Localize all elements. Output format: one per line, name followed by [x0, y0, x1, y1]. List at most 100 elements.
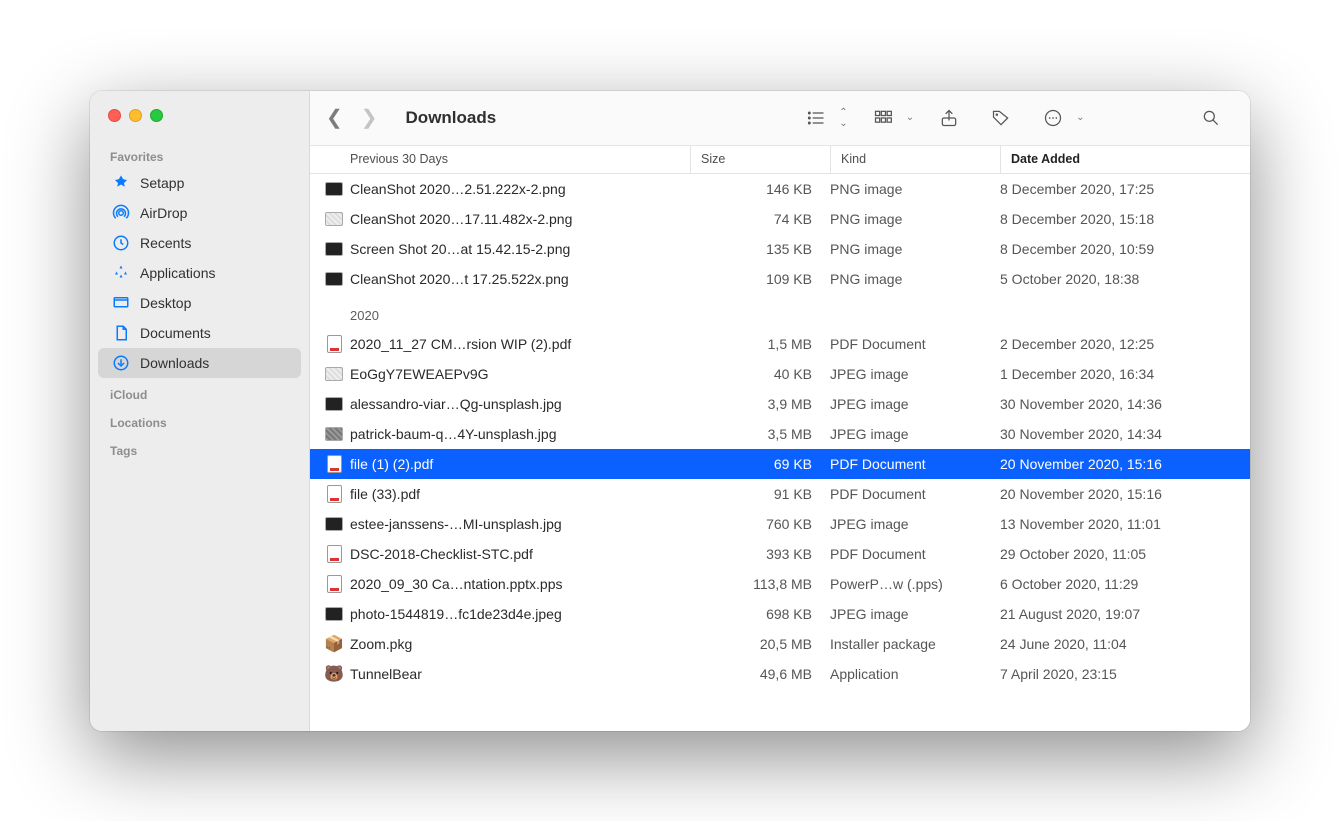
- sidebar-item-label: Recents: [140, 235, 191, 251]
- column-date[interactable]: Date Added: [1000, 146, 1250, 173]
- file-size: 40 KB: [690, 366, 830, 382]
- sidebar-item-airdrop[interactable]: AirDrop: [98, 198, 301, 228]
- file-kind: PowerP…w (.pps): [830, 576, 1000, 592]
- file-row[interactable]: CleanShot 2020…t 17.25.522x.png109 KBPNG…: [310, 264, 1250, 294]
- file-row[interactable]: Screen Shot 20…at 15.42.15-2.png135 KBPN…: [310, 234, 1250, 264]
- search-button[interactable]: [1196, 103, 1226, 133]
- file-icon: [324, 514, 344, 534]
- file-size: 698 KB: [690, 606, 830, 622]
- toolbar: ❮ ❯ Downloads ⌃⌄ ⌄: [310, 91, 1250, 146]
- file-size: 760 KB: [690, 516, 830, 532]
- file-name: photo-1544819…fc1de23d4e.jpeg: [350, 606, 690, 622]
- file-name: alessandro-viar…Qg-unsplash.jpg: [350, 396, 690, 412]
- minimize-control[interactable]: [129, 109, 142, 122]
- file-size: 146 KB: [690, 181, 830, 197]
- file-kind: JPEG image: [830, 426, 1000, 442]
- file-row[interactable]: alessandro-viar…Qg-unsplash.jpg3,9 MBJPE…: [310, 389, 1250, 419]
- file-date: 6 October 2020, 11:29: [1000, 576, 1250, 592]
- sidebar-item-label: Desktop: [140, 295, 191, 311]
- file-name: patrick-baum-q…4Y-unsplash.jpg: [350, 426, 690, 442]
- file-row[interactable]: patrick-baum-q…4Y-unsplash.jpg3,5 MBJPEG…: [310, 419, 1250, 449]
- sidebar-item-label: Downloads: [140, 355, 209, 371]
- file-date: 5 October 2020, 18:38: [1000, 271, 1250, 287]
- file-icon: 📦: [324, 634, 344, 654]
- file-row[interactable]: 🐻TunnelBear49,6 MBApplication7 April 202…: [310, 659, 1250, 689]
- apps-icon: [112, 264, 130, 282]
- file-kind: PNG image: [830, 211, 1000, 227]
- file-row[interactable]: photo-1544819…fc1de23d4e.jpeg698 KBJPEG …: [310, 599, 1250, 629]
- file-date: 20 November 2020, 15:16: [1000, 456, 1250, 472]
- file-list[interactable]: CleanShot 2020…2.51.222x-2.png146 KBPNG …: [310, 174, 1250, 731]
- file-icon: [324, 334, 344, 354]
- file-name: Zoom.pkg: [350, 636, 690, 652]
- file-row[interactable]: file (33).pdf91 KBPDF Document20 Novembe…: [310, 479, 1250, 509]
- file-kind: PNG image: [830, 181, 1000, 197]
- file-row[interactable]: 2020_09_30 Ca…ntation.pptx.pps113,8 MBPo…: [310, 569, 1250, 599]
- file-row[interactable]: EoGgY7EWEAEPv9G40 KBJPEG image1 December…: [310, 359, 1250, 389]
- view-menu-chevron[interactable]: ⌃⌄: [839, 107, 847, 129]
- file-row[interactable]: 📦Zoom.pkg20,5 MBInstaller package24 June…: [310, 629, 1250, 659]
- file-icon: [324, 269, 344, 289]
- recents-icon: [112, 234, 130, 252]
- finder-window: FavoritesSetappAirDropRecentsApplication…: [90, 91, 1250, 731]
- forward-button[interactable]: ❯: [361, 105, 378, 130]
- file-date: 2 December 2020, 12:25: [1000, 336, 1250, 352]
- nav-arrows: ❮ ❯: [326, 105, 378, 130]
- zoom-control[interactable]: [150, 109, 163, 122]
- file-row[interactable]: DSC-2018-Checklist-STC.pdf393 KBPDF Docu…: [310, 539, 1250, 569]
- file-size: 109 KB: [690, 271, 830, 287]
- file-size: 1,5 MB: [690, 336, 830, 352]
- airdrop-icon: [112, 204, 130, 222]
- file-name: estee-janssens-…MI-unsplash.jpg: [350, 516, 690, 532]
- file-kind: PNG image: [830, 241, 1000, 257]
- file-kind: JPEG image: [830, 516, 1000, 532]
- file-kind: JPEG image: [830, 366, 1000, 382]
- sidebar-item-downloads[interactable]: Downloads: [98, 348, 301, 378]
- back-button[interactable]: ❮: [326, 105, 343, 130]
- group-menu-chevron[interactable]: ⌄: [906, 112, 914, 123]
- file-row[interactable]: CleanShot 2020…17.11.482x-2.png74 KBPNG …: [310, 204, 1250, 234]
- file-kind: PDF Document: [830, 546, 1000, 562]
- file-kind: PNG image: [830, 271, 1000, 287]
- sidebar-item-documents[interactable]: Documents: [98, 318, 301, 348]
- column-size[interactable]: Size: [690, 146, 830, 173]
- file-kind: PDF Document: [830, 456, 1000, 472]
- actions-menu-chevron[interactable]: ⌄: [1076, 112, 1084, 123]
- group-button[interactable]: [868, 103, 898, 133]
- file-date: 7 April 2020, 23:15: [1000, 666, 1250, 682]
- desktop-icon: [112, 294, 130, 312]
- sidebar-item-desktop[interactable]: Desktop: [98, 288, 301, 318]
- file-size: 49,6 MB: [690, 666, 830, 682]
- file-date: 21 August 2020, 19:07: [1000, 606, 1250, 622]
- column-header: Previous 30 Days Size Kind Date Added: [310, 146, 1250, 174]
- sidebar-item-applications[interactable]: Applications: [98, 258, 301, 288]
- file-row[interactable]: 2020_11_27 CM…rsion WIP (2).pdf1,5 MBPDF…: [310, 329, 1250, 359]
- sidebar: FavoritesSetappAirDropRecentsApplication…: [90, 91, 310, 731]
- sidebar-item-setapp[interactable]: Setapp: [98, 168, 301, 198]
- view-list-button[interactable]: [801, 103, 831, 133]
- tags-button[interactable]: [986, 103, 1016, 133]
- file-name: 2020_09_30 Ca…ntation.pptx.pps: [350, 576, 690, 592]
- share-button[interactable]: [934, 103, 964, 133]
- file-icon: [324, 454, 344, 474]
- file-name: file (33).pdf: [350, 486, 690, 502]
- main-panel: ❮ ❯ Downloads ⌃⌄ ⌄: [310, 91, 1250, 731]
- file-icon: [324, 209, 344, 229]
- column-kind[interactable]: Kind: [830, 146, 1000, 173]
- file-icon: [324, 394, 344, 414]
- file-icon: [324, 239, 344, 259]
- sidebar-section-label: iCloud: [90, 378, 309, 406]
- column-name[interactable]: Previous 30 Days: [310, 146, 690, 173]
- file-row[interactable]: file (1) (2).pdf69 KBPDF Document20 Nove…: [310, 449, 1250, 479]
- sidebar-item-recents[interactable]: Recents: [98, 228, 301, 258]
- file-size: 20,5 MB: [690, 636, 830, 652]
- file-size: 113,8 MB: [690, 576, 830, 592]
- close-control[interactable]: [108, 109, 121, 122]
- file-row[interactable]: CleanShot 2020…2.51.222x-2.png146 KBPNG …: [310, 174, 1250, 204]
- actions-button[interactable]: [1038, 103, 1068, 133]
- file-row[interactable]: estee-janssens-…MI-unsplash.jpg760 KBJPE…: [310, 509, 1250, 539]
- file-size: 3,5 MB: [690, 426, 830, 442]
- file-date: 30 November 2020, 14:36: [1000, 396, 1250, 412]
- file-date: 30 November 2020, 14:34: [1000, 426, 1250, 442]
- file-name: TunnelBear: [350, 666, 690, 682]
